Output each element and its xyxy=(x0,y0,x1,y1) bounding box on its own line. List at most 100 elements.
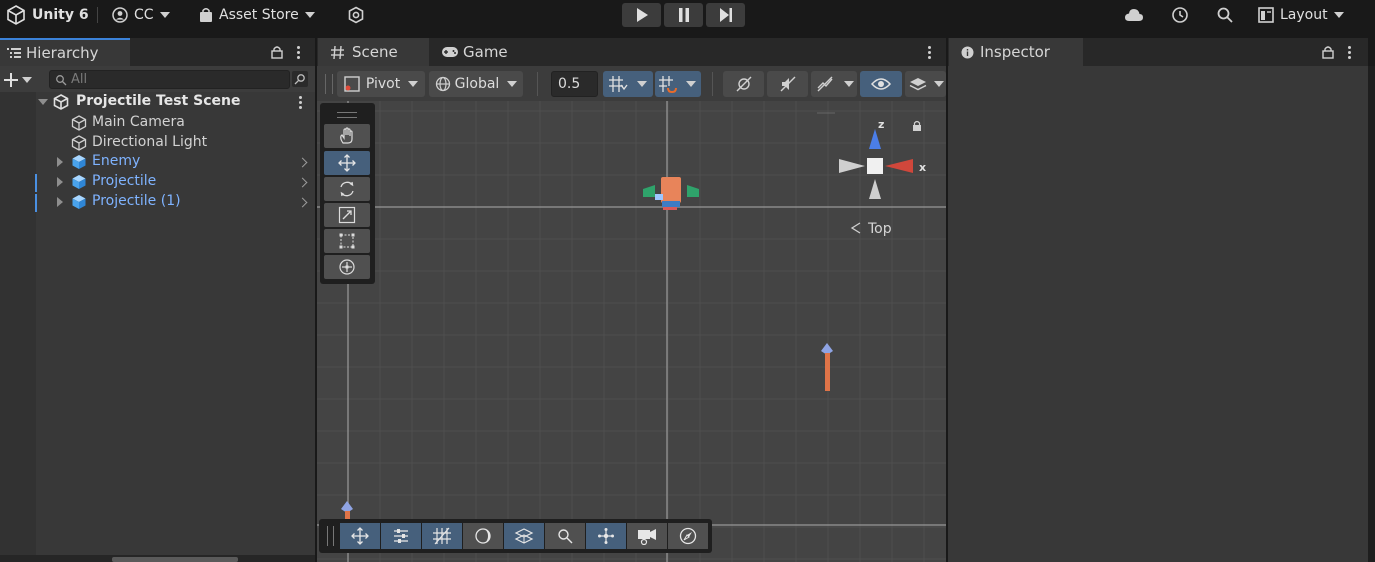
prefab-icon xyxy=(72,195,86,209)
eye-icon xyxy=(871,78,891,90)
cloud-icon xyxy=(1125,9,1143,21)
pivot-label: Pivot xyxy=(365,76,401,92)
overlay-tool-settings-button[interactable] xyxy=(381,523,421,549)
scene-tab-label: Scene xyxy=(352,43,398,61)
overlay-toolbar-grip[interactable] xyxy=(327,526,334,546)
pause-button[interactable] xyxy=(664,3,703,27)
expand-triangle-icon[interactable] xyxy=(57,197,63,207)
audio-toggle[interactable] xyxy=(767,71,808,97)
lock-icon[interactable] xyxy=(1322,45,1334,59)
tab-hierarchy[interactable]: Hierarchy xyxy=(0,38,130,66)
asset-store-dropdown[interactable]: Asset Store xyxy=(199,0,315,30)
hand-tool-button[interactable] xyxy=(324,124,370,148)
transform-tool-button[interactable] xyxy=(324,255,370,279)
cloud-button[interactable] xyxy=(1124,0,1144,30)
open-prefab-chevron-icon[interactable] xyxy=(297,177,308,188)
scene-viewport[interactable]: z x Top xyxy=(317,101,946,562)
search-button[interactable] xyxy=(1216,0,1234,30)
hierarchy-item-directional-light[interactable]: Directional Light xyxy=(0,133,315,153)
layout-dropdown[interactable]: Layout xyxy=(1258,0,1344,30)
account-dropdown[interactable]: CC xyxy=(112,0,170,30)
pivot-move-icon xyxy=(598,528,614,544)
overlay-layers-button[interactable] xyxy=(504,523,544,549)
scene-root-row[interactable]: Projectile Test Scene xyxy=(0,92,315,112)
search-icon xyxy=(558,529,573,544)
gameobject-icon xyxy=(71,135,87,151)
compass-icon xyxy=(679,527,697,545)
layers-grid-icon xyxy=(514,528,534,544)
step-button[interactable] xyxy=(706,3,745,27)
unity-menu[interactable]: Unity 6 xyxy=(6,0,89,30)
pivot-dropdown[interactable]: Pivot xyxy=(337,71,425,97)
open-prefab-chevron-icon[interactable] xyxy=(297,197,308,208)
scale-icon xyxy=(338,206,356,224)
divider xyxy=(537,72,538,96)
move-tool-button[interactable] xyxy=(324,151,370,175)
rect-tool-button[interactable] xyxy=(324,229,370,253)
tool-settings-icon xyxy=(394,529,408,543)
play-button[interactable] xyxy=(622,3,661,27)
shopping-bag-icon xyxy=(200,8,212,22)
history-button[interactable] xyxy=(1171,0,1189,30)
account-icon xyxy=(112,7,128,23)
hierarchy-item-enemy[interactable]: Enemy xyxy=(0,152,315,172)
asset-store-label: Asset Store xyxy=(219,7,299,23)
lock-icon[interactable] xyxy=(271,45,283,59)
hierarchy-item-projectile[interactable]: Projectile xyxy=(0,172,315,192)
play-icon xyxy=(636,8,648,22)
layout-icon xyxy=(1258,7,1274,23)
incremental-snap-toggle[interactable] xyxy=(655,71,701,97)
search-by-type-button[interactable] xyxy=(292,71,308,87)
gizmo-view-label: Top xyxy=(867,221,892,237)
tab-inspector[interactable]: Inspector xyxy=(949,38,1083,66)
tab-scene[interactable]: Scene xyxy=(318,38,429,66)
hierarchy-scrollbar-thumb[interactable] xyxy=(112,557,238,562)
overlay-pivot-button[interactable] xyxy=(586,523,626,549)
overlay-camera-button[interactable] xyxy=(627,523,667,549)
hierarchy-item-label: Enemy xyxy=(92,153,141,169)
rotate-tool-button[interactable] xyxy=(324,177,370,201)
globe-icon xyxy=(435,76,450,92)
hierarchy-item-projectile-1[interactable]: Projectile (1) xyxy=(0,192,315,212)
gamepad-icon xyxy=(442,47,458,57)
grid-snap-toggle[interactable] xyxy=(603,71,653,97)
scene-visibility-toggle[interactable] xyxy=(860,71,902,97)
inspector-menu-icon[interactable] xyxy=(1347,46,1351,59)
hierarchy-search-input[interactable]: All xyxy=(49,70,290,89)
expand-triangle-icon[interactable] xyxy=(57,177,63,187)
chevron-down-icon xyxy=(1333,12,1344,18)
overlay-grip[interactable] xyxy=(337,112,357,118)
scale-tool-button[interactable] xyxy=(324,203,370,227)
toolbar-grip[interactable] xyxy=(325,74,333,94)
moon-icon xyxy=(475,528,491,544)
create-dropdown[interactable] xyxy=(4,71,36,89)
layers-dropdown[interactable] xyxy=(905,71,946,97)
overlay-lighting-button[interactable] xyxy=(463,523,503,549)
hierarchy-item-label: Projectile xyxy=(92,173,157,189)
chevron-down-icon xyxy=(686,81,696,87)
overlay-search-button[interactable] xyxy=(545,523,585,549)
global-dropdown[interactable]: Global xyxy=(429,71,523,97)
chevron-down-icon xyxy=(22,77,32,83)
game-tab-label: Game xyxy=(463,43,508,61)
snap-increment-input[interactable]: 0.5 xyxy=(551,71,598,97)
open-prefab-chevron-icon[interactable] xyxy=(297,157,308,168)
tab-game[interactable]: Game xyxy=(430,38,520,66)
chevron-down-icon xyxy=(159,12,170,18)
hand-icon xyxy=(340,127,353,144)
overlay-compass-button[interactable] xyxy=(668,523,708,549)
expand-triangle-icon[interactable] xyxy=(57,157,63,167)
effects-dropdown[interactable] xyxy=(811,71,857,97)
hierarchy-menu-icon[interactable] xyxy=(296,46,300,59)
2d-toggle[interactable] xyxy=(723,71,764,97)
scene-panel-menu-icon[interactable] xyxy=(927,46,931,59)
scene-menu-icon[interactable] xyxy=(298,96,302,109)
package-button[interactable] xyxy=(347,0,365,30)
hierarchy-item-main-camera[interactable]: Main Camera xyxy=(0,113,315,133)
pivot-icon xyxy=(344,76,360,92)
overlay-move-button[interactable] xyxy=(340,523,380,549)
overlay-grid-snap-button[interactable] xyxy=(422,523,462,549)
collapse-triangle-icon[interactable] xyxy=(38,99,48,105)
chevron-down-icon xyxy=(844,81,854,87)
move-icon xyxy=(351,527,369,545)
